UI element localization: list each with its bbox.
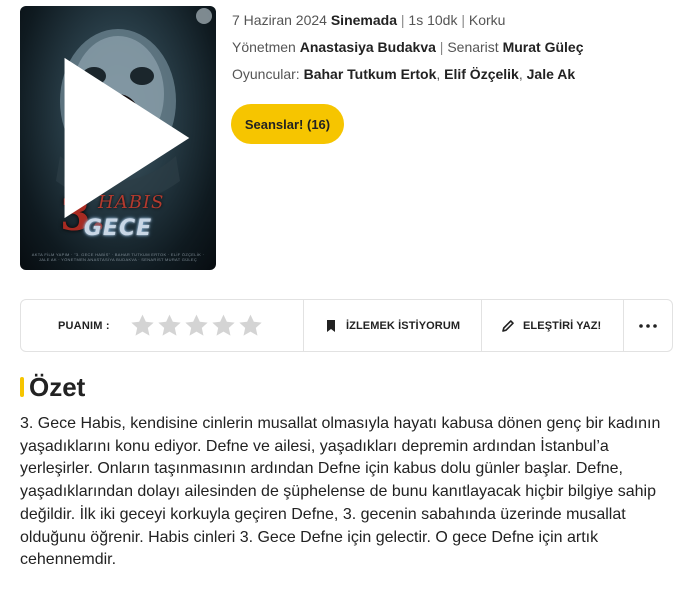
write-review-label: ELEŞTİRİ YAZ! [523,319,602,332]
writer-label: Senarist [447,39,499,55]
director-link[interactable]: Anastasiya Budakva [300,39,436,55]
summary-title: Özet [29,371,86,402]
release-row: 7 Haziran 2024 Sinemada | 1s 10dk | Kork… [232,12,506,28]
cast-label: Oyuncular: [232,66,300,82]
more-options-button[interactable] [624,300,672,351]
action-bar: PUANIM : İZLEMEK İSTİYORUM ELEŞTİRİ YAZ! [20,299,673,352]
star-icon[interactable] [238,313,263,338]
more-icon [639,323,657,328]
bookmark-icon [327,319,335,332]
star-icon[interactable] [211,313,236,338]
movie-info: 7 Haziran 2024 Sinemada | 1s 10dk | Kork… [232,10,583,91]
cast-row: Oyuncular: Bahar Tutkum Ertok, Elif Özçe… [232,66,576,82]
star-icon[interactable] [157,313,182,338]
rating-stars [130,313,263,338]
cast-link[interactable]: Bahar Tutkum Ertok [304,66,437,82]
cast-link[interactable]: Elif Özçelik [444,66,519,82]
crew-row: Yönetmen Anastasiya Budakva | Senarist M… [232,39,584,55]
director-label: Yönetmen [232,39,296,55]
release-date: 7 Haziran 2024 [232,12,327,28]
star-icon[interactable] [184,313,209,338]
watchlist-label: İZLEMEK İSTİYORUM [346,319,461,332]
duration: 1s 10dk [408,12,458,28]
release-status: Sinemada [330,12,397,28]
watchlist-button[interactable]: İZLEMEK İSTİYORUM [304,300,482,351]
summary-heading: Özet [20,372,85,402]
cast-link[interactable]: Jale Ak [527,66,576,82]
movie-poster[interactable]: 3. HABIS GECE AKTA FİLM YAPIM · "3. GECE… [20,6,216,270]
summary-text: 3. Gece Habis, kendisine cinlerin musall… [20,415,661,569]
write-review-button[interactable]: ELEŞTİRİ YAZ! [482,300,624,351]
seanslar-button[interactable]: Seanslar! (16) [231,104,344,144]
play-icon[interactable] [20,6,216,270]
heading-accent-bar [20,377,24,397]
rating-section: PUANIM : [21,300,304,351]
rating-label: PUANIM : [58,319,110,332]
writer-link[interactable]: Murat Güleç [503,39,584,55]
pencil-icon [502,319,514,332]
star-icon[interactable] [130,313,155,338]
genre-link[interactable]: Korku [469,12,506,28]
